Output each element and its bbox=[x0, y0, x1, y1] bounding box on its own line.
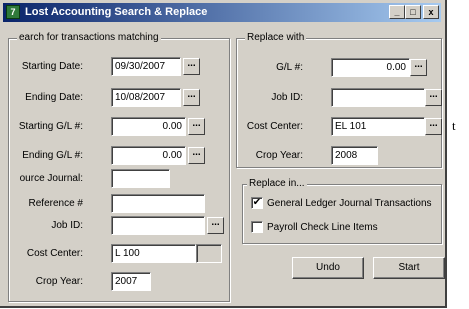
replace-job-id-lookup-button[interactable]: ... bbox=[425, 89, 442, 106]
start-button[interactable]: Start bbox=[373, 257, 445, 279]
starting-gl-label: Starting G/L #: bbox=[18, 121, 83, 132]
search-replace-window: 7 Lost Accounting Search & Replace _ □ x… bbox=[0, 0, 447, 308]
ending-gl-field[interactable]: 0.00 bbox=[111, 146, 186, 165]
ending-date-field[interactable]: 10/08/2007 bbox=[111, 88, 181, 107]
starting-date-picker-button[interactable]: ... bbox=[183, 58, 200, 75]
search-job-id-field[interactable] bbox=[111, 216, 205, 235]
ending-gl-label: Ending G/L #: bbox=[22, 150, 83, 161]
source-journal-field[interactable] bbox=[111, 169, 170, 188]
search-crop-year-field[interactable]: 2007 bbox=[111, 272, 151, 291]
search-group-legend: earch for transactions matching bbox=[17, 32, 161, 43]
general-ledger-checkbox[interactable]: ✔ bbox=[251, 197, 263, 209]
starting-date-label: Starting Date: bbox=[21, 61, 83, 72]
replace-crop-year-label: Crop Year: bbox=[255, 150, 303, 161]
replace-job-id-label: Job ID: bbox=[271, 92, 303, 103]
starting-gl-lookup-button[interactable]: ... bbox=[188, 118, 205, 135]
replace-gl-label: G/L #: bbox=[276, 62, 303, 73]
replace-crop-year-field[interactable]: 2008 bbox=[331, 146, 378, 165]
replace-in-group: Replace in... bbox=[242, 178, 442, 244]
search-job-id-label: Job ID: bbox=[51, 220, 83, 231]
undo-button[interactable]: Undo bbox=[292, 257, 364, 279]
ending-date-label: Ending Date: bbox=[25, 92, 83, 103]
replace-job-id-field[interactable] bbox=[331, 88, 425, 107]
search-crop-year-label: Crop Year: bbox=[35, 276, 83, 287]
replace-gl-field[interactable]: 0.00 bbox=[331, 58, 410, 77]
replace-in-legend: Replace in... bbox=[247, 178, 307, 189]
ending-date-picker-button[interactable]: ... bbox=[183, 89, 200, 106]
replace-gl-lookup-button[interactable]: ... bbox=[410, 59, 427, 76]
search-job-id-lookup-button[interactable]: ... bbox=[207, 217, 224, 234]
reference-field[interactable] bbox=[111, 194, 205, 213]
payroll-check-checkbox[interactable] bbox=[251, 221, 263, 233]
minimize-button[interactable]: _ bbox=[389, 5, 405, 19]
general-ledger-checkbox-label[interactable]: General Ledger Journal Transactions bbox=[267, 198, 432, 209]
search-cost-center-dropdown-button[interactable] bbox=[196, 244, 222, 263]
starting-date-field[interactable]: 09/30/2007 bbox=[111, 57, 181, 76]
search-cost-center-label: Cost Center: bbox=[26, 248, 83, 259]
title-bar[interactable]: 7 Lost Accounting Search & Replace _ □ x bbox=[3, 3, 441, 22]
replace-cost-center-field[interactable]: EL 101 bbox=[331, 117, 425, 136]
replace-with-legend: Replace with bbox=[245, 32, 307, 43]
replace-cost-center-lookup-button[interactable]: ... bbox=[425, 118, 442, 135]
background-text: t bbox=[452, 118, 456, 133]
app-logo-icon: 7 bbox=[6, 5, 20, 19]
payroll-check-checkbox-label[interactable]: Payroll Check Line Items bbox=[267, 222, 378, 233]
reference-label: Reference # bbox=[28, 198, 83, 209]
source-journal-label: ource Journal: bbox=[19, 173, 83, 184]
ending-gl-lookup-button[interactable]: ... bbox=[188, 147, 205, 164]
close-button[interactable]: x bbox=[423, 5, 439, 19]
search-cost-center-field[interactable]: L 100 bbox=[111, 244, 196, 263]
starting-gl-field[interactable]: 0.00 bbox=[111, 117, 186, 136]
window-title: Lost Accounting Search & Replace bbox=[25, 6, 208, 18]
maximize-button[interactable]: □ bbox=[405, 5, 421, 19]
replace-cost-center-label: Cost Center: bbox=[246, 121, 303, 132]
